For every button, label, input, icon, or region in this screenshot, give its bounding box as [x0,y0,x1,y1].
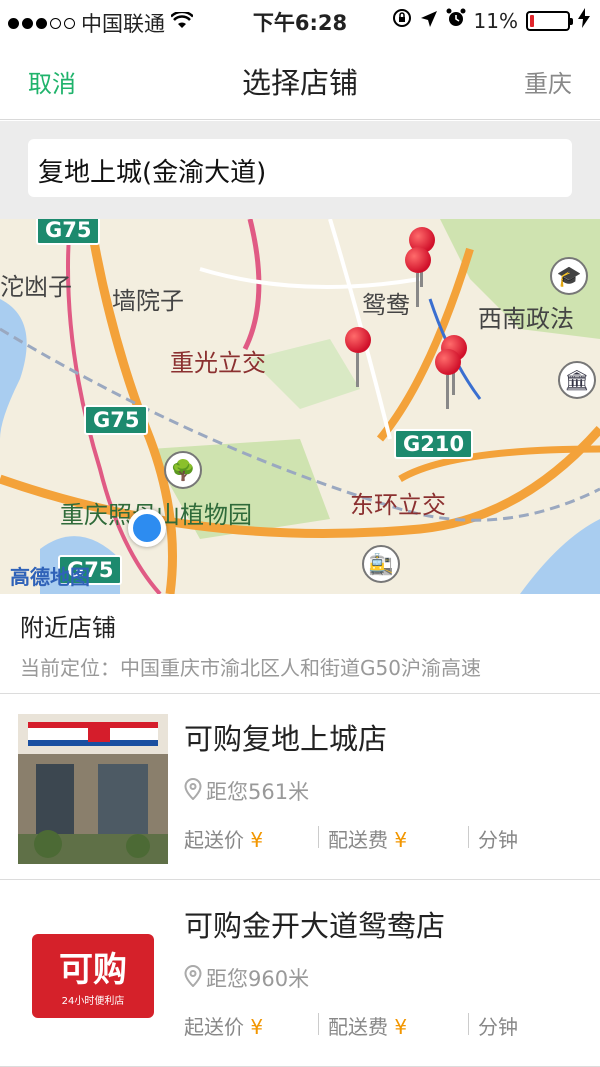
map-shield-g75-top: G75 [36,219,101,245]
divider [318,826,319,848]
store-photo [18,714,168,864]
map-label-xinan-zhengfa: 西南政法 [478,305,574,333]
store-pin-marker[interactable] [405,247,431,307]
store-name: 可购复地上城店 [184,722,388,756]
delivery-fee: 配送费 ¥ [328,824,407,853]
nearby-heading: 附近店铺 [20,614,116,642]
current-location-marker [128,509,166,547]
page-title: 选择店铺 [241,66,358,100]
location-pin-icon [184,964,202,992]
store-distance: 距您960米 [184,963,309,993]
store-logo-text: 可购 [59,950,127,990]
store-logo-subtext: 24小时便利店 [61,996,125,1007]
delivery-fee-label: 配送费 [328,828,388,852]
map-label-guaiziwan: 沱凼子 [0,273,72,301]
store-name: 可购金开大道鸳鸯店 [184,909,446,943]
charging-icon [578,8,590,33]
divider [468,1013,469,1035]
store-distance-text: 距您960米 [206,967,310,991]
delivery-time: 分钟 [478,1015,518,1039]
store-meta: 起送价 ¥ 配送费 ¥ 分钟 [184,1011,584,1041]
nearby-stores-header: 附近店铺 当前定位：中国重庆市渝北区人和街道G50沪渝高速 [0,594,600,694]
park-icon: 🌳 [164,451,202,489]
status-right: 11% [392,8,590,33]
divider [468,826,469,848]
location-arrow-icon [420,9,438,33]
map-label-donghuan: 东环立交 [350,491,446,519]
map-label-yuanyang: 鸳鸯 [362,291,410,319]
store-pin-marker[interactable] [435,349,461,409]
amap-logo: 高德地图 [10,565,90,589]
delivery-fee-value: ¥ [394,1015,408,1039]
delivery-time: 分钟 [478,828,518,852]
search-input[interactable]: 复地上城(金渝大道) [28,139,572,197]
rotation-lock-icon [392,8,412,33]
min-order-label: 起送价 [184,1015,244,1039]
nav-bar: 取消 选择店铺 重庆 [0,40,600,120]
min-order-value: ¥ [250,1015,264,1039]
delivery-fee-label: 配送费 [328,1015,388,1039]
location-pin-icon [184,777,202,805]
map-shield-g75-mid: G75 [84,405,149,435]
train-station-icon: 🚉 [362,545,400,583]
current-location-text: 当前定位：中国重庆市渝北区人和街道G50沪渝高速 [20,656,481,680]
divider [318,1013,319,1035]
min-order: 起送价 ¥ [184,1011,263,1040]
store-meta: 起送价 ¥ 配送费 ¥ 分钟 [184,824,584,854]
university-icon: 🎓 [550,257,588,295]
battery-percent: 11% [473,8,518,33]
delivery-fee-value: ¥ [394,828,408,852]
map-label-chongguang: 重光立交 [170,349,266,377]
map-label-qiangyuanzi: 墙院子 [112,287,184,315]
search-bar: 复地上城(金渝大道) [0,121,600,219]
min-order-value: ¥ [250,828,264,852]
museum-icon: 🏛 [558,361,596,399]
map-view[interactable]: 沱凼子 墙院子 鸳鸯 西南政法 重光立交 东环立交 重庆照母山植物园 G75 G… [0,219,600,594]
store-distance-text: 距您561米 [206,780,310,804]
status-bar: 中国联通 下午6:28 11% [0,0,600,40]
delivery-fee: 配送费 ¥ [328,1011,407,1040]
min-order: 起送价 ¥ [184,824,263,853]
store-logo: 可购 24小时便利店 [18,901,168,1051]
store-row[interactable]: 可购复地上城店 距您561米 起送价 ¥ 配送费 ¥ 分钟 [0,694,600,880]
map-shield-g210: G210 [394,429,474,459]
city-selector[interactable]: 重庆 [524,64,572,99]
store-row[interactable]: 可购 24小时便利店 可购金开大道鸳鸯店 距您960米 起送价 ¥ 配送费 ¥ … [0,881,600,1067]
store-pin-marker[interactable] [345,327,371,387]
alarm-icon [446,8,466,33]
min-order-label: 起送价 [184,828,244,852]
store-distance: 距您561米 [184,776,309,806]
battery-icon [526,10,573,31]
